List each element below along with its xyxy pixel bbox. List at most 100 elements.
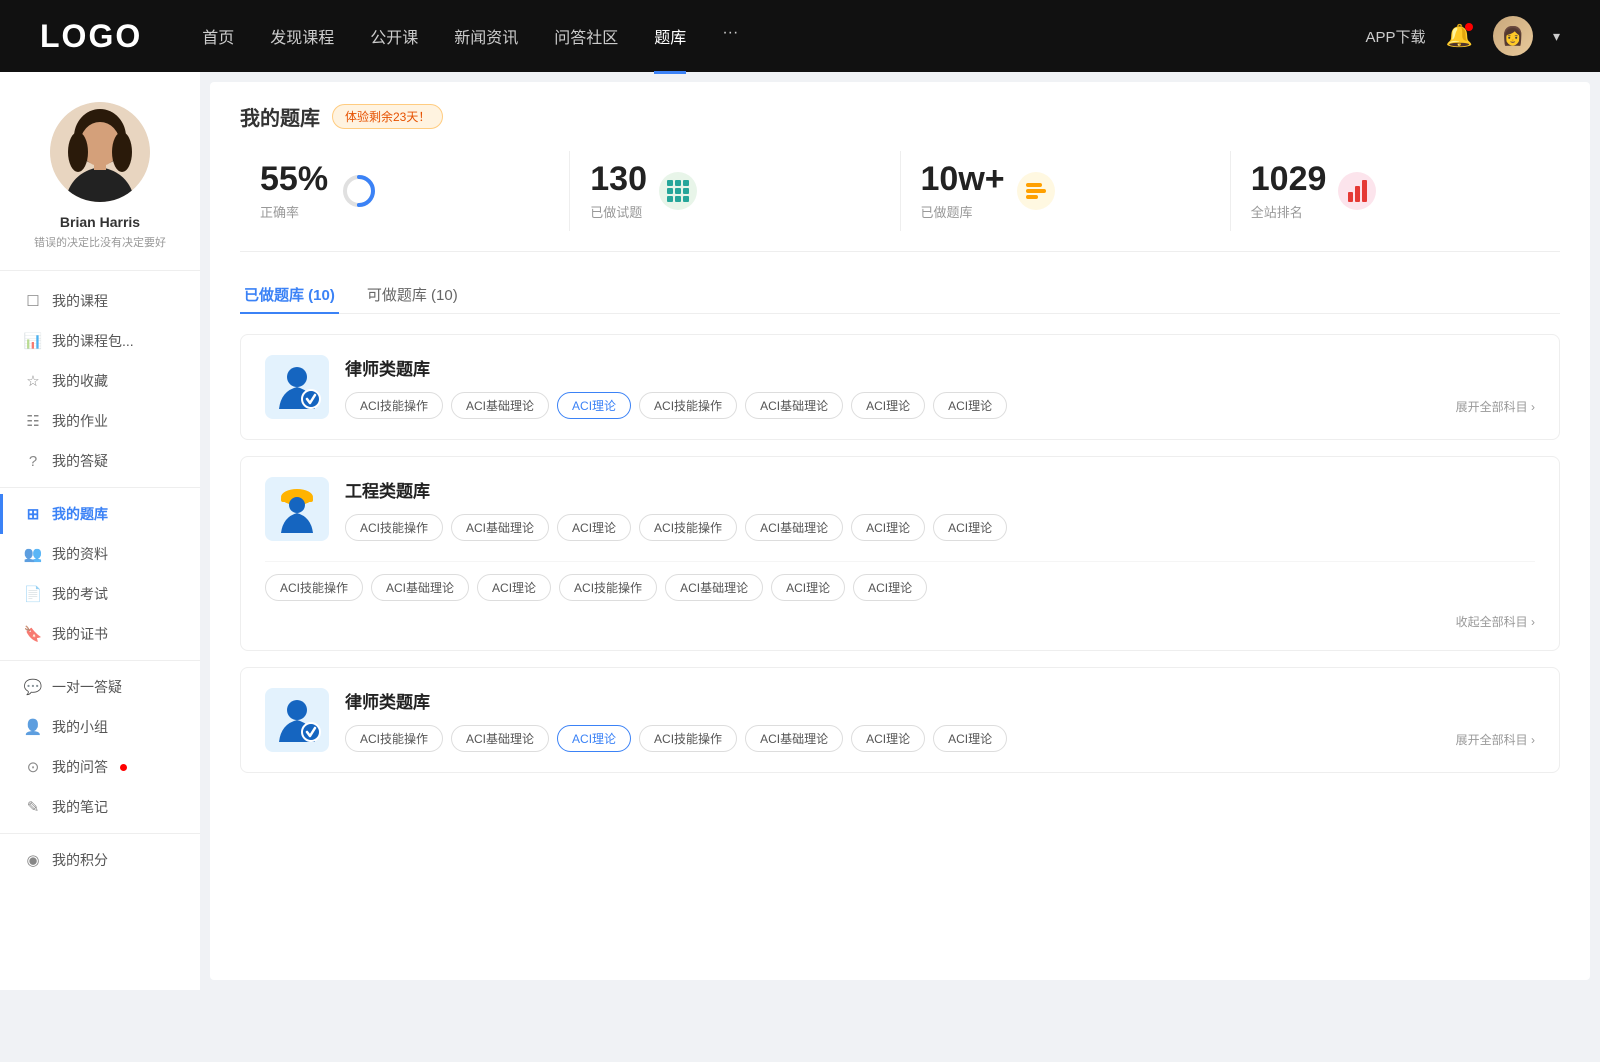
bank-card-lawyer-2: 律师类题库 ACI技能操作 ACI基础理论 ACI理论 ACI技能操作 ACI基… <box>240 667 1560 773</box>
rank-icon <box>1338 172 1376 210</box>
tag-3-0[interactable]: ACI技能操作 <box>345 725 443 752</box>
tag-3-3[interactable]: ACI技能操作 <box>639 725 737 752</box>
nav-discover[interactable]: 发现课程 <box>270 24 334 48</box>
tag-2-5[interactable]: ACI理论 <box>851 514 925 541</box>
tag-2-2[interactable]: ACI理论 <box>557 514 631 541</box>
sidebar-item-questions[interactable]: ? 我的答疑 <box>0 441 200 481</box>
tag-2-r2-1[interactable]: ACI基础理论 <box>371 574 469 601</box>
tag-2-r2-2[interactable]: ACI理论 <box>477 574 551 601</box>
tag-3-6[interactable]: ACI理论 <box>933 725 1007 752</box>
tag-2-4[interactable]: ACI基础理论 <box>745 514 843 541</box>
sidebar-item-points[interactable]: ◉ 我的积分 <box>0 840 200 880</box>
sidebar-item-group[interactable]: 👤 我的小组 <box>0 707 200 747</box>
tag-3-1[interactable]: ACI基础理论 <box>451 725 549 752</box>
tag-3-4[interactable]: ACI基础理论 <box>745 725 843 752</box>
tag-3-5[interactable]: ACI理论 <box>851 725 925 752</box>
file-icon: ☐ <box>24 292 42 310</box>
user-avatar[interactable]: 👩 <box>1493 16 1533 56</box>
lawyer-person-icon <box>271 361 323 413</box>
sidebar-menu: ☐ 我的课程 📊 我的课程包... ☆ 我的收藏 ☷ 我的作业 ? 我的答疑 <box>0 281 200 880</box>
bank-card-2-second-row-tags: ACI技能操作 ACI基础理论 ACI理论 ACI技能操作 ACI基础理论 AC… <box>265 561 1535 609</box>
sidebar-divider-2 <box>0 660 200 661</box>
main-wrapper: Brian Harris 错误的决定比没有决定要好 ☐ 我的课程 📊 我的课程包… <box>0 72 1600 990</box>
nav-news[interactable]: 新闻资讯 <box>454 24 518 48</box>
tag-2-3[interactable]: ACI技能操作 <box>639 514 737 541</box>
tab-available-banks[interactable]: 可做题库 (10) <box>363 276 462 313</box>
tag-1-5[interactable]: ACI理论 <box>851 392 925 419</box>
nav-qa[interactable]: 问答社区 <box>554 24 618 48</box>
tag-2-0[interactable]: ACI技能操作 <box>345 514 443 541</box>
cert-icon: 🔖 <box>24 625 42 643</box>
tab-done-banks[interactable]: 已做题库 (10) <box>240 276 339 313</box>
sidebar-item-qa[interactable]: ⊙ 我的问答 <box>0 747 200 787</box>
bank-card-2-body: 工程类题库 ACI技能操作 ACI基础理论 ACI理论 ACI技能操作 ACI基… <box>345 477 1535 541</box>
tag-2-6[interactable]: ACI理论 <box>933 514 1007 541</box>
nav-home[interactable]: 首页 <box>202 24 234 48</box>
tag-1-3[interactable]: ACI技能操作 <box>639 392 737 419</box>
nav-open-course[interactable]: 公开课 <box>370 24 418 48</box>
sidebar-item-course-package[interactable]: 📊 我的课程包... <box>0 321 200 361</box>
stat-done-banks: 10w+ 已做题库 <box>901 151 1231 231</box>
tag-1-1[interactable]: ACI基础理论 <box>451 392 549 419</box>
sidebar-item-favorites[interactable]: ☆ 我的收藏 <box>0 361 200 401</box>
note-icon: ✎ <box>24 798 42 816</box>
tag-2-r2-3[interactable]: ACI技能操作 <box>559 574 657 601</box>
expand-link-1[interactable]: 展开全部科目 › <box>1456 394 1535 419</box>
sidebar-profile: Brian Harris 错误的决定比没有决定要好 <box>0 92 200 271</box>
bank-card-1-title: 律师类题库 <box>345 355 1535 380</box>
tag-2-r2-6[interactable]: ACI理论 <box>853 574 927 601</box>
list-icon <box>1026 183 1046 199</box>
accuracy-label: 正确率 <box>260 202 328 221</box>
banks-value-block: 10w+ 已做题库 <box>921 161 1005 221</box>
question-icon: ? <box>24 452 42 470</box>
tag-1-2[interactable]: ACI理论 <box>557 392 631 419</box>
bar-chart-icon <box>1348 180 1367 202</box>
sidebar-item-resources[interactable]: 👥 我的资料 <box>0 534 200 574</box>
sidebar-item-certificate[interactable]: 🔖 我的证书 <box>0 614 200 654</box>
sidebar-item-bank[interactable]: ⊞ 我的题库 <box>0 494 200 534</box>
sidebar-item-notes[interactable]: ✎ 我的笔记 <box>0 787 200 827</box>
paper-icon: 📄 <box>24 585 42 603</box>
star-icon: ☆ <box>24 372 42 390</box>
engineer-icon <box>265 477 329 541</box>
nav-bank[interactable]: 题库 <box>654 24 686 48</box>
bank-card-2-footer: ACI技能操作 ACI基础理论 ACI理论 ACI技能操作 ACI基础理论 AC… <box>241 561 1559 650</box>
lawyer-person-icon-2 <box>271 694 323 746</box>
stats-row: 55% 正确率 130 已做试题 <box>240 151 1560 252</box>
tag-1-4[interactable]: ACI基础理论 <box>745 392 843 419</box>
done-questions-icon <box>659 172 697 210</box>
nav-more[interactable]: ··· <box>722 24 738 48</box>
page-header: 我的题库 体验剩余23天！ <box>240 102 1560 131</box>
bank-card-header-1: 律师类题库 ACI技能操作 ACI基础理论 ACI理论 ACI技能操作 ACI基… <box>241 335 1559 439</box>
sidebar: Brian Harris 错误的决定比没有决定要好 ☐ 我的课程 📊 我的课程包… <box>0 72 200 990</box>
expand-link-3[interactable]: 展开全部科目 › <box>1456 727 1535 752</box>
engineer-person-icon <box>271 483 323 535</box>
trial-badge: 体验剩余23天！ <box>332 104 443 129</box>
user-dropdown-arrow[interactable]: ▾ <box>1553 28 1560 45</box>
sidebar-item-exam[interactable]: 📄 我的考试 <box>0 574 200 614</box>
tag-3-2[interactable]: ACI理论 <box>557 725 631 752</box>
profile-avatar <box>50 102 150 202</box>
profile-name: Brian Harris <box>60 214 140 230</box>
people-icon: 👥 <box>24 545 42 563</box>
collapse-link-2[interactable]: 收起全部科目 › <box>265 609 1535 634</box>
tag-2-1[interactable]: ACI基础理论 <box>451 514 549 541</box>
tag-1-6[interactable]: ACI理论 <box>933 392 1007 419</box>
bank-card-header-2: 工程类题库 ACI技能操作 ACI基础理论 ACI理论 ACI技能操作 ACI基… <box>241 457 1559 561</box>
bank-card-header-3: 律师类题库 ACI技能操作 ACI基础理论 ACI理论 ACI技能操作 ACI基… <box>241 668 1559 772</box>
chart-icon: 📊 <box>24 332 42 350</box>
tag-2-r2-4[interactable]: ACI基础理论 <box>665 574 763 601</box>
tag-2-r2-0[interactable]: ACI技能操作 <box>265 574 363 601</box>
bank-card-3-body: 律师类题库 ACI技能操作 ACI基础理论 ACI理论 ACI技能操作 ACI基… <box>345 688 1535 752</box>
tag-2-r2-5[interactable]: ACI理论 <box>771 574 845 601</box>
nav-right: APP下载 🔔 👩 ▾ <box>1366 16 1560 56</box>
accuracy-value-block: 55% 正确率 <box>260 161 328 221</box>
tag-1-0[interactable]: ACI技能操作 <box>345 392 443 419</box>
sidebar-item-homework[interactable]: ☷ 我的作业 <box>0 401 200 441</box>
sidebar-item-one-on-one[interactable]: 💬 一对一答疑 <box>0 667 200 707</box>
done-value-block: 130 已做试题 <box>590 161 647 221</box>
chat-icon: 💬 <box>24 678 42 696</box>
sidebar-item-my-courses[interactable]: ☐ 我的课程 <box>0 281 200 321</box>
notification-bell[interactable]: 🔔 <box>1446 23 1473 49</box>
app-download-button[interactable]: APP下载 <box>1366 26 1426 47</box>
